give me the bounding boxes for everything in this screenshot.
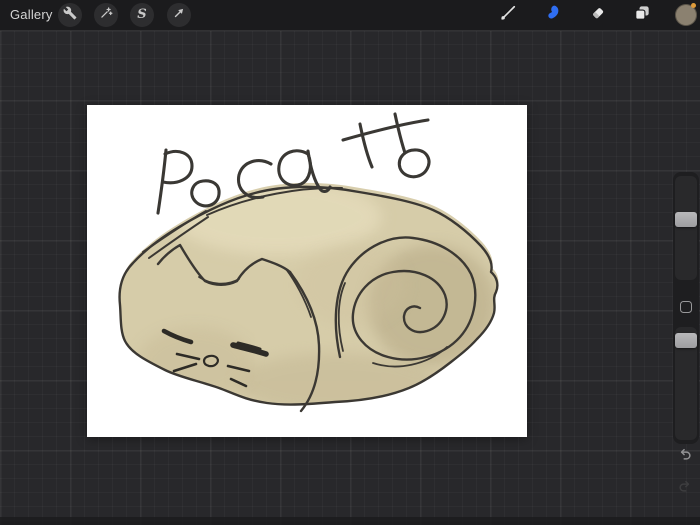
undo-arrow-icon <box>676 445 694 468</box>
brush-size-slider[interactable] <box>675 176 697 280</box>
magic-wand-icon <box>99 6 113 25</box>
adjustments-button[interactable] <box>94 3 118 27</box>
paint-tool-button[interactable] <box>496 3 520 27</box>
top-toolbar: Gallery S <box>0 0 700 31</box>
wrench-icon <box>63 6 77 25</box>
smudge-tool-button[interactable] <box>541 3 565 27</box>
transform-arrow-icon <box>172 6 186 25</box>
gallery-button[interactable]: Gallery <box>10 0 53 30</box>
layers-button[interactable] <box>630 3 654 27</box>
redo-button[interactable] <box>675 478 695 498</box>
paintbrush-icon <box>498 3 518 28</box>
erase-tool-button[interactable] <box>586 3 610 27</box>
transform-button[interactable] <box>167 3 191 27</box>
actions-button[interactable] <box>58 3 82 27</box>
redo-arrow-icon <box>676 477 694 500</box>
smudge-finger-icon <box>543 3 563 28</box>
layers-icon <box>632 3 652 28</box>
color-badge-dot <box>691 3 696 8</box>
opacity-handle[interactable] <box>675 333 697 348</box>
bottom-strip <box>0 517 700 525</box>
brush-size-handle[interactable] <box>675 212 697 227</box>
undo-button[interactable] <box>675 446 695 466</box>
cat-doodle-artwork <box>118 112 499 413</box>
eraser-icon <box>588 3 608 28</box>
drawing-canvas[interactable]: Pocatto <box>87 105 527 437</box>
modify-button[interactable] <box>680 301 692 313</box>
selection-button[interactable]: S <box>130 3 154 27</box>
selection-s-icon: S <box>137 6 147 22</box>
brush-sidebar <box>673 172 699 444</box>
